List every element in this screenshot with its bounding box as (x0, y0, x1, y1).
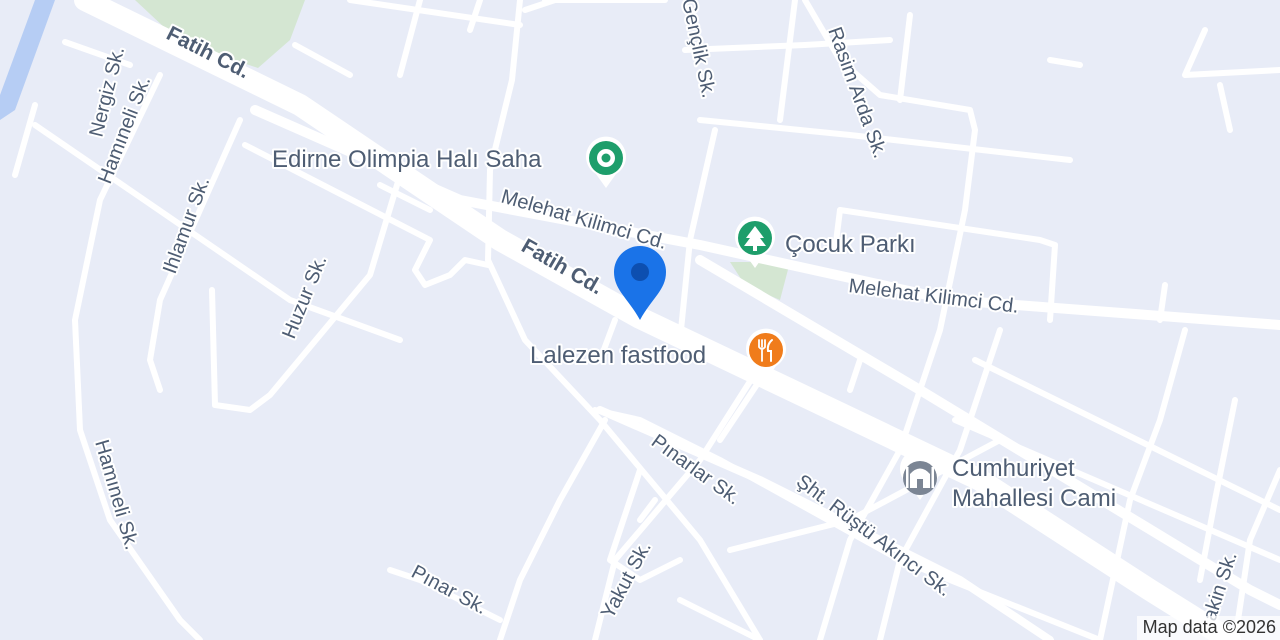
poi-label-cami-line1: Cumhuriyet (952, 455, 1075, 482)
poi-label-halisaha: Edirne Olimpia Halı Saha (272, 146, 542, 173)
poi-label-cocuk-parki: Çocuk Parkı (785, 231, 916, 258)
map-canvas[interactable]: Fatih Cd. Fatih Cd. Melehat Kilimci Cd. … (0, 0, 1280, 640)
road-label-pinar-sk: Pınar Sk. (408, 561, 491, 619)
road-label-hamineli-sk: Hamıneli Sk. (90, 437, 142, 552)
poi-label-cami-line2: Mahallesi Cami (952, 485, 1116, 512)
poi-label-lalezen: Lalezen fastfood (530, 342, 706, 369)
map-layer: Fatih Cd. Fatih Cd. Melehat Kilimci Cd. … (0, 0, 1280, 640)
road-label-ihlamur-sk: Ihlamur Sk. (159, 174, 214, 277)
water-canal (0, 0, 55, 120)
road-label-melehat-kilimci-cd: Melehat Kilimci Cd. (847, 275, 1020, 318)
map-attribution[interactable]: Map data ©2026 (1136, 616, 1280, 640)
soccer-field-icon (586, 136, 626, 188)
